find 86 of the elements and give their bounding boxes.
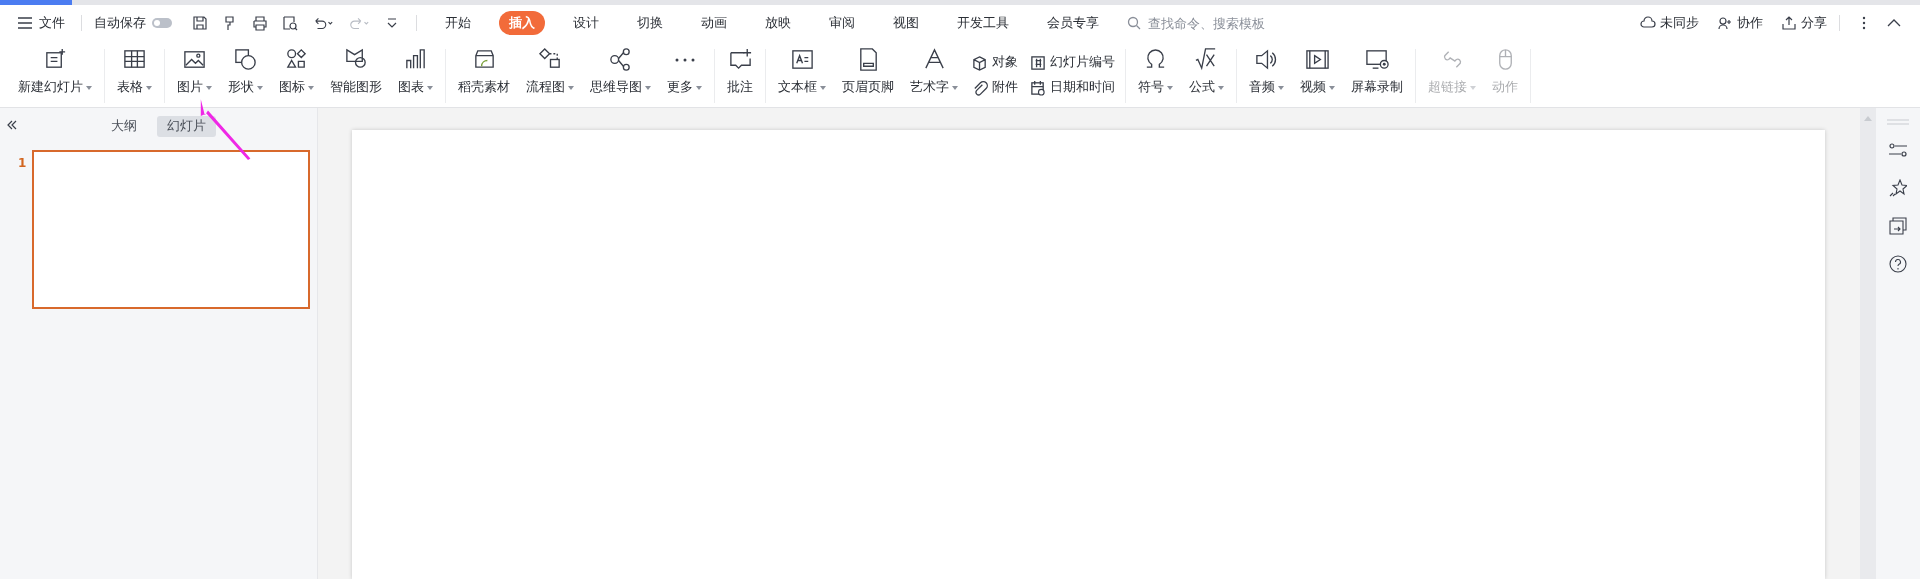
undo-icon[interactable] xyxy=(312,15,334,31)
caret-icon xyxy=(1278,85,1284,90)
screen-share-icon[interactable] xyxy=(1889,217,1907,235)
comment-icon xyxy=(727,47,753,72)
ribbon-button[interactable]: 图表 xyxy=(392,43,439,107)
ribbon-tab[interactable]: 开始 xyxy=(435,11,481,35)
shape-icon xyxy=(233,47,258,72)
print-preview-icon[interactable] xyxy=(282,15,298,31)
ribbon-button[interactable]: 公式 xyxy=(1183,43,1230,107)
settings-sliders-icon[interactable] xyxy=(1889,141,1907,159)
caret-icon xyxy=(952,85,958,90)
ribbon-button[interactable]: 日期和时间 xyxy=(1030,79,1115,96)
ribbon-button[interactable]: 音频 xyxy=(1243,43,1290,107)
ribbon-tab[interactable]: 切换 xyxy=(627,11,673,35)
caret-icon xyxy=(427,85,433,90)
paperclip-icon xyxy=(972,79,988,96)
caret-icon xyxy=(568,85,574,90)
caret-icon xyxy=(1470,85,1476,90)
ribbon-button[interactable]: 艺术字 xyxy=(904,43,964,107)
ribbon-tab[interactable]: 会员专享 xyxy=(1037,11,1109,35)
ribbon-button[interactable]: 更多 xyxy=(661,43,708,107)
ribbon-button[interactable]: 思维导图 xyxy=(584,43,657,107)
mind-map-icon xyxy=(608,47,633,72)
search-field[interactable]: 查找命令、搜索模板 xyxy=(1127,14,1350,32)
help-icon[interactable] xyxy=(1889,255,1907,273)
ribbon-button[interactable]: 智能图形 xyxy=(324,43,388,107)
menu-icon xyxy=(18,17,32,29)
ribbon-tab[interactable]: 设计 xyxy=(563,11,609,35)
object-icon xyxy=(972,54,988,71)
caret-icon xyxy=(696,85,702,90)
panel-tab[interactable]: 大纲 xyxy=(101,115,147,137)
ribbon-tab[interactable]: 视图 xyxy=(883,11,929,35)
ribbon-button[interactable]: 形状 xyxy=(222,43,269,107)
ribbon-tab[interactable]: 审阅 xyxy=(819,11,865,35)
star-icon[interactable] xyxy=(1889,179,1907,197)
caret-icon xyxy=(820,85,826,90)
ribbon-button[interactable]: 页眉页脚 xyxy=(836,43,900,107)
share-icon xyxy=(1781,15,1797,31)
ribbon-button[interactable]: 对象 xyxy=(972,54,1018,71)
header-action-button[interactable]: 分享 xyxy=(1781,14,1827,32)
ribbon-button[interactable]: 流程图 xyxy=(520,43,580,107)
slide-thumbnail[interactable] xyxy=(32,150,310,309)
ribbon-button[interactable]: 幻灯片编号 xyxy=(1030,54,1115,71)
text-box-icon xyxy=(789,47,815,72)
caret-icon xyxy=(645,85,651,90)
slide-number-icon xyxy=(1030,54,1046,71)
header-action-button[interactable]: 未同步 xyxy=(1640,14,1699,32)
ribbon-tab[interactable]: 开发工具 xyxy=(947,11,1019,35)
caret-icon xyxy=(146,85,152,90)
calendar-icon xyxy=(1030,79,1046,96)
caret-icon xyxy=(1218,85,1224,90)
caret-icon xyxy=(206,85,212,90)
caret-icon xyxy=(257,85,263,90)
ribbon-button[interactable]: 稻壳素材 xyxy=(452,43,516,107)
add-person-icon xyxy=(1717,15,1733,31)
ribbon-tab[interactable]: 动画 xyxy=(691,11,737,35)
ribbon-button[interactable]: 图片 xyxy=(171,43,218,107)
caret-icon xyxy=(308,85,314,90)
ribbon-button[interactable]: 符号 xyxy=(1132,43,1179,107)
ribbon-button[interactable]: 视频 xyxy=(1294,43,1341,107)
speaker-icon xyxy=(1254,47,1279,72)
more-icon xyxy=(674,57,695,62)
ribbon-button[interactable]: 图标 xyxy=(273,43,320,107)
screen-record-icon xyxy=(1364,47,1390,72)
print-icon[interactable] xyxy=(252,15,268,31)
cloud-icon xyxy=(1640,15,1656,31)
video-icon xyxy=(1305,47,1330,72)
autosave-label: 自动保存 xyxy=(94,14,146,32)
file-menu-button[interactable]: 文件 xyxy=(14,12,69,34)
ribbon-button[interactable]: 附件 xyxy=(972,79,1018,96)
ribbon-button[interactable]: 批注 xyxy=(721,43,759,107)
ribbon-tab[interactable]: 放映 xyxy=(755,11,801,35)
panel-tab[interactable]: 幻灯片 xyxy=(157,115,216,137)
header-action-button[interactable]: 协作 xyxy=(1717,14,1763,32)
search-icon xyxy=(1127,16,1141,30)
autosave-toggle[interactable] xyxy=(152,18,172,28)
caret-icon xyxy=(1329,85,1335,90)
ribbon-button[interactable]: 表格 xyxy=(111,43,158,107)
ribbon-button[interactable]: 文本框 xyxy=(772,43,832,107)
ribbon-button[interactable]: 屏幕录制 xyxy=(1345,43,1409,107)
save-icon[interactable] xyxy=(192,15,208,31)
caret-icon xyxy=(1167,85,1173,90)
collapse-panel-icon[interactable] xyxy=(6,119,18,131)
caret-icon xyxy=(86,85,92,90)
ribbon-button[interactable]: 新建幻灯片 xyxy=(12,43,98,107)
slide-number: 1 xyxy=(18,156,28,170)
